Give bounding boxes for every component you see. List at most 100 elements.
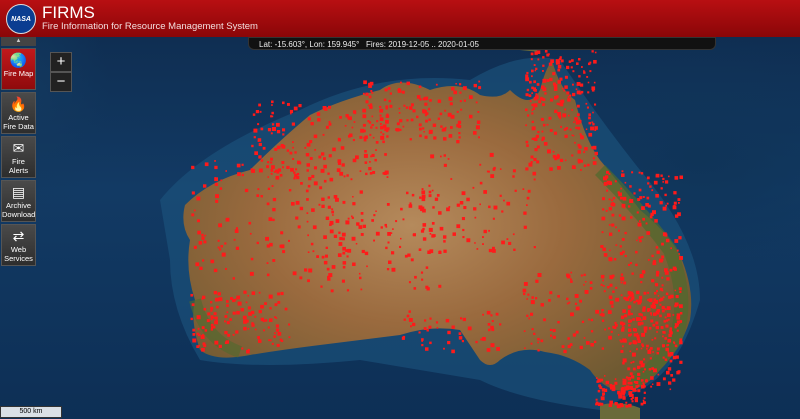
fire-hotspot bbox=[533, 157, 537, 162]
fire-hotspot bbox=[251, 291, 256, 295]
fire-hotspot bbox=[269, 307, 272, 310]
fire-hotspot bbox=[597, 378, 602, 383]
fire-hotspot bbox=[364, 251, 369, 256]
sidebar-item-fire-alerts[interactable]: ✉ Fire Alerts bbox=[1, 136, 36, 178]
fire-hotspot bbox=[450, 114, 455, 119]
fire-hotspot bbox=[215, 199, 219, 203]
fire-hotspot bbox=[355, 243, 358, 245]
fire-hotspot bbox=[210, 326, 213, 329]
fire-hotspot bbox=[466, 197, 470, 202]
fire-hotspot bbox=[297, 225, 301, 229]
fire-hotspot bbox=[654, 283, 659, 287]
fire-hotspot bbox=[210, 323, 214, 327]
fire-hotspot bbox=[267, 161, 270, 164]
fire-hotspot bbox=[265, 236, 269, 241]
fire-hotspot bbox=[304, 268, 308, 272]
sidebar-item-archive-download[interactable]: ▤ Archive Download bbox=[1, 180, 36, 222]
zoom-out-button[interactable]: − bbox=[50, 72, 72, 92]
fire-hotspot bbox=[324, 254, 328, 258]
fire-hotspot bbox=[386, 268, 390, 271]
fire-hotspot bbox=[580, 135, 584, 140]
fire-hotspot bbox=[620, 281, 623, 284]
fire-hotspot bbox=[402, 218, 405, 221]
fire-hotspot bbox=[601, 389, 605, 392]
fire-hotspot bbox=[256, 194, 260, 197]
fire-hotspot bbox=[624, 255, 627, 258]
fire-hotspot bbox=[247, 348, 250, 351]
fire-hotspot bbox=[202, 334, 204, 337]
fire-hotspot bbox=[525, 167, 529, 171]
fire-hotspot bbox=[224, 320, 226, 323]
fire-hotspot bbox=[601, 319, 605, 322]
fire-hotspot bbox=[260, 304, 264, 309]
sidebar-item-fire-map[interactable]: 🌏 Fire Map bbox=[1, 48, 36, 90]
fire-hotspot bbox=[337, 138, 341, 142]
fire-hotspot bbox=[622, 378, 625, 381]
fire-hotspot bbox=[352, 139, 355, 142]
fire-hotspot bbox=[590, 318, 594, 322]
zoom-in-button[interactable]: + bbox=[50, 52, 72, 72]
fire-hotspot bbox=[272, 197, 277, 202]
fire-hotspot bbox=[581, 320, 585, 323]
fire-hotspot bbox=[635, 299, 639, 303]
fire-hotspot bbox=[295, 168, 298, 171]
fire-hotspot bbox=[540, 303, 544, 307]
fire-hotspot bbox=[643, 368, 646, 371]
fire-hotspot bbox=[560, 59, 564, 63]
fire-map[interactable] bbox=[0, 37, 800, 419]
fire-hotspot bbox=[594, 151, 598, 156]
fire-hotspot bbox=[276, 145, 281, 150]
fire-hotspot bbox=[469, 95, 473, 99]
fire-hotspot bbox=[632, 340, 637, 345]
fire-hotspot bbox=[412, 109, 416, 113]
fire-hotspot bbox=[665, 292, 669, 296]
fire-hotspot bbox=[258, 142, 262, 147]
fire-hotspot bbox=[224, 330, 228, 335]
fire-hotspot bbox=[557, 65, 562, 69]
fire-hotspot bbox=[651, 367, 654, 370]
fire-hotspot bbox=[403, 104, 406, 107]
fire-hotspot bbox=[296, 176, 300, 180]
fire-hotspot bbox=[662, 206, 667, 211]
sidebar-item-web-services[interactable]: ⇄ Web Services bbox=[1, 224, 36, 266]
fire-hotspot bbox=[664, 316, 667, 319]
fire-hotspot bbox=[537, 58, 540, 61]
fire-hotspot bbox=[408, 310, 411, 313]
fire-hotspot bbox=[530, 312, 534, 316]
fire-hotspot bbox=[628, 263, 631, 266]
fire-hotspot bbox=[549, 129, 553, 132]
fire-hotspot bbox=[257, 140, 260, 142]
fire-hotspot bbox=[672, 378, 676, 382]
fire-hotspot bbox=[643, 291, 647, 295]
fire-hotspot bbox=[621, 203, 626, 208]
fire-hotspot bbox=[649, 185, 652, 188]
fire-hotspot bbox=[664, 308, 667, 311]
fire-hotspot bbox=[226, 311, 229, 314]
fire-hotspot bbox=[548, 116, 552, 120]
fire-hotspot bbox=[664, 193, 667, 197]
fire-hotspot bbox=[641, 236, 644, 239]
fire-hotspot bbox=[271, 115, 274, 118]
fire-hotspot bbox=[436, 327, 439, 329]
fire-hotspot bbox=[677, 370, 681, 374]
fire-hotspot bbox=[618, 192, 622, 197]
fire-hotspot bbox=[280, 291, 284, 296]
sidebar-scroll-up-button[interactable]: ▲ bbox=[1, 37, 36, 46]
fire-hotspot bbox=[369, 161, 371, 163]
fire-hotspot bbox=[364, 135, 368, 139]
fire-hotspot bbox=[535, 67, 538, 70]
fire-hotspot bbox=[461, 340, 464, 343]
fire-hotspot bbox=[387, 241, 390, 244]
fire-hotspot bbox=[662, 309, 665, 313]
fire-hotspot bbox=[262, 146, 266, 150]
fire-hotspot bbox=[269, 242, 273, 247]
fire-hotspot bbox=[277, 292, 280, 296]
nasa-logo[interactable]: NASA bbox=[6, 4, 36, 34]
fire-hotspot bbox=[433, 136, 437, 140]
fire-hotspot bbox=[413, 287, 417, 290]
fire-hotspot bbox=[638, 171, 641, 174]
fire-hotspot bbox=[382, 124, 387, 128]
fire-hotspot bbox=[429, 131, 432, 134]
fire-hotspot bbox=[439, 226, 444, 231]
sidebar-item-active-fire-data[interactable]: 🔥 Active Fire Data bbox=[1, 92, 36, 134]
